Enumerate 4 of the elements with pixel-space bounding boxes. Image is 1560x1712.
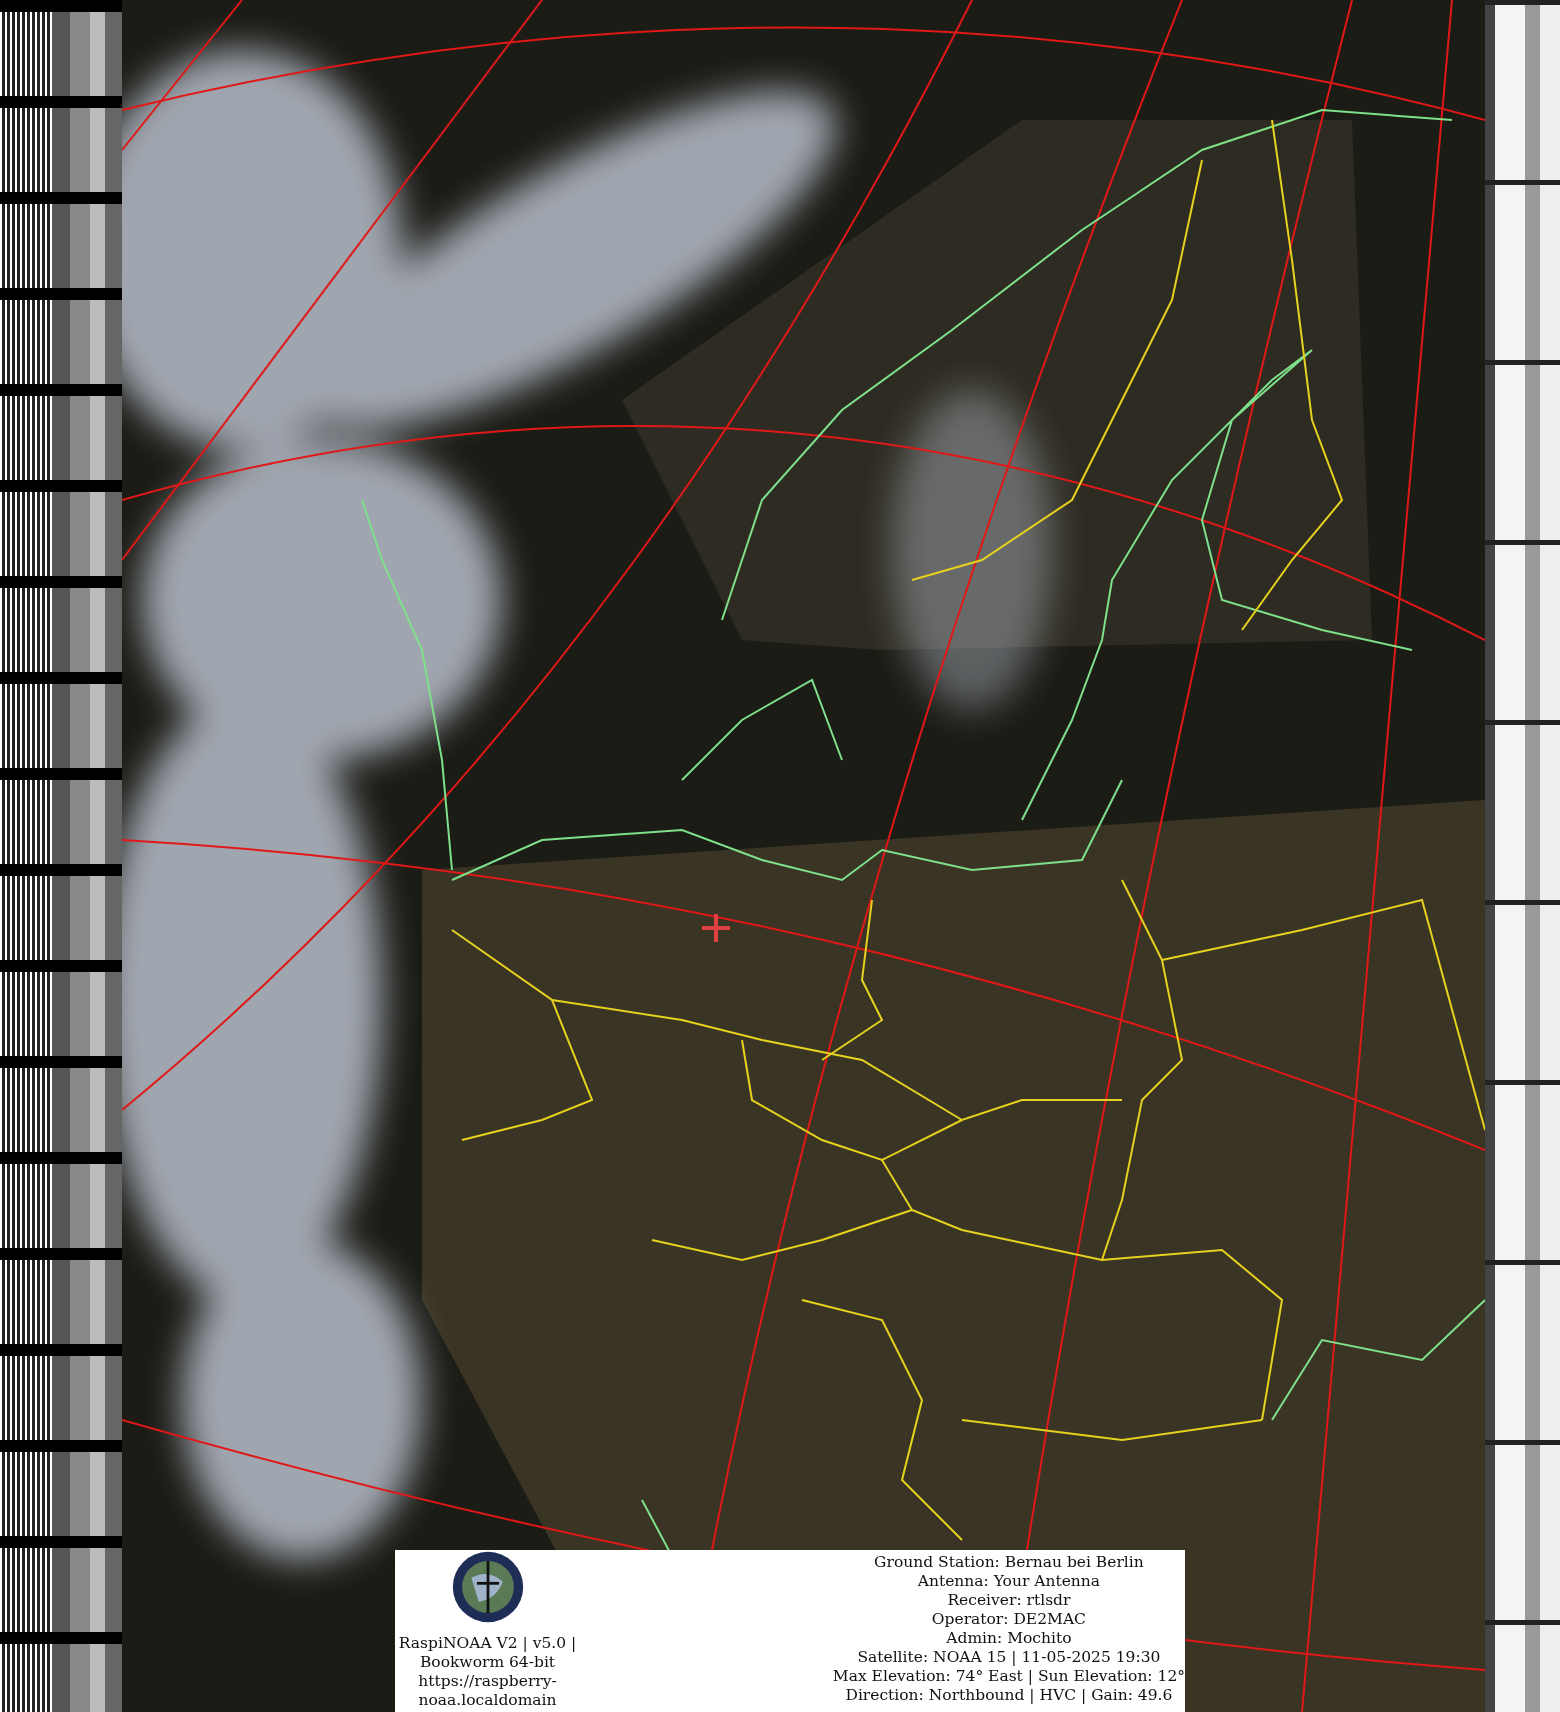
location-cross-icon <box>702 914 730 942</box>
software-info-text: RaspiNOAA V2 | v5.0 | Bookworm 64-bit https://raspberry- noaa.localdomain <box>398 1634 577 1710</box>
globe-logo-icon <box>450 1550 525 1624</box>
station-info-text: Ground Station: Bernau bei Berlin Antenna: Your Antenna Receiver: rtlsdr Operator: DE2MAC Admin: Mochito Satellite: NOAA 15 | 11-05-2025 19:30 Max Elevation: 74° East | Sun Elevation: 12° Direction: Northbound | HVC | Gain: 49.6 <box>832 1552 1185 1706</box>
